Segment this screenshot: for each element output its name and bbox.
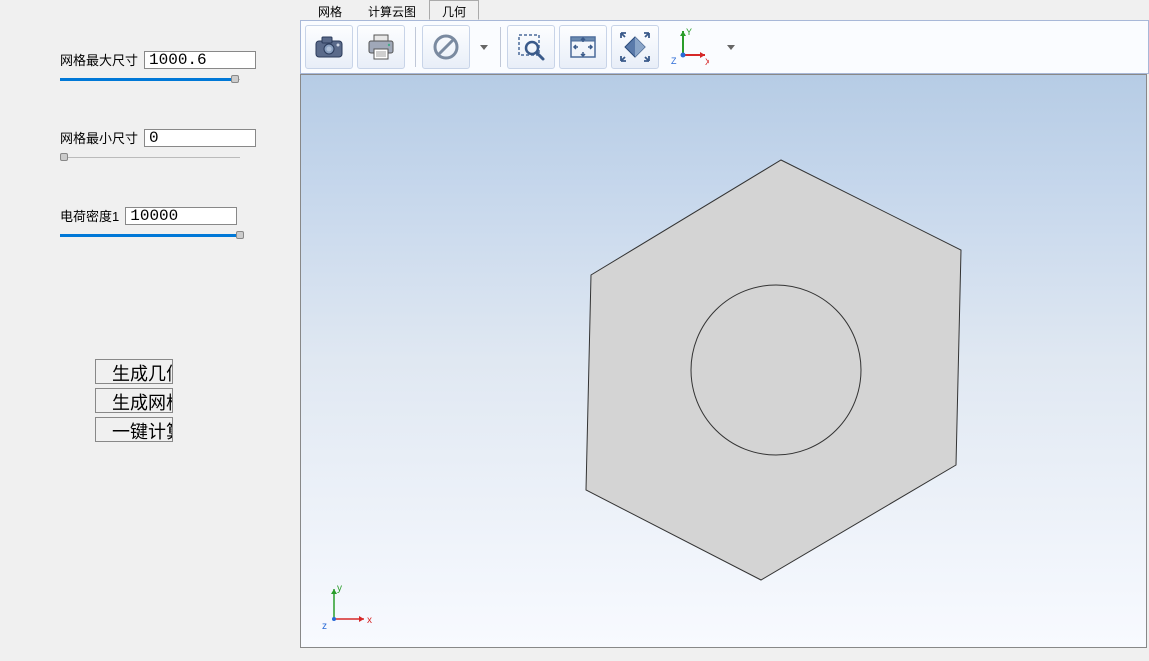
svg-text:Y: Y bbox=[686, 27, 692, 37]
disable-button[interactable] bbox=[422, 25, 470, 69]
svg-text:X: X bbox=[705, 57, 709, 67]
generate-mesh-button[interactable]: 生成网格 bbox=[95, 388, 173, 413]
disable-dropdown[interactable] bbox=[474, 25, 494, 69]
param-max-mesh: 网格最大尺寸 bbox=[60, 50, 300, 69]
zoom-extents-icon bbox=[568, 32, 598, 62]
tab-geometry[interactable]: 几何 bbox=[429, 0, 479, 20]
min-mesh-input[interactable] bbox=[144, 129, 256, 147]
svg-text:y: y bbox=[337, 583, 342, 594]
max-mesh-input[interactable] bbox=[144, 51, 256, 69]
chevron-down-icon bbox=[727, 45, 735, 50]
viewport-3d[interactable]: x y z bbox=[300, 74, 1147, 648]
camera-icon bbox=[314, 35, 344, 59]
svg-text:x: x bbox=[367, 615, 372, 626]
min-mesh-label: 网格最小尺寸 bbox=[60, 128, 138, 147]
toolbar-divider bbox=[415, 27, 416, 67]
charge-density-label: 电荷密度1 bbox=[60, 206, 119, 225]
toolbar-divider bbox=[500, 27, 501, 67]
zoom-extents-button[interactable] bbox=[559, 25, 607, 69]
right-panel: 网格 计算云图 几何 bbox=[300, 0, 1149, 650]
no-symbol-icon bbox=[431, 32, 461, 62]
chevron-down-icon bbox=[480, 45, 488, 50]
printer-icon bbox=[367, 34, 395, 60]
axes-dropdown[interactable] bbox=[721, 25, 741, 69]
tab-cloud-plot[interactable]: 计算云图 bbox=[355, 0, 429, 20]
print-button[interactable] bbox=[357, 25, 405, 69]
svg-text:z: z bbox=[322, 621, 327, 631]
charge-density-slider[interactable] bbox=[60, 233, 240, 239]
viewport-toolbar: X Y Z bbox=[300, 20, 1149, 74]
zoom-select-button[interactable] bbox=[507, 25, 555, 69]
param-min-mesh: 网格最小尺寸 bbox=[60, 128, 300, 147]
hexagon-geometry bbox=[481, 125, 1001, 625]
max-mesh-label: 网格最大尺寸 bbox=[60, 50, 138, 69]
min-mesh-slider[interactable] bbox=[60, 155, 240, 161]
zoom-select-icon bbox=[516, 32, 546, 62]
viewport-axes-indicator: x y z bbox=[319, 581, 379, 631]
compute-button[interactable]: 一键计算 bbox=[95, 417, 173, 442]
screenshot-button[interactable] bbox=[305, 25, 353, 69]
axes-icon: X Y Z bbox=[669, 27, 709, 67]
diamond-arrows-icon bbox=[619, 31, 651, 63]
svg-text:Z: Z bbox=[671, 56, 677, 66]
max-mesh-slider[interactable] bbox=[60, 77, 240, 83]
param-charge-density: 电荷密度1 bbox=[60, 206, 300, 225]
action-buttons: 生成几何 生成网格 一键计算 bbox=[95, 359, 300, 442]
tab-bar: 网格 计算云图 几何 bbox=[300, 0, 1149, 20]
charge-density-input[interactable] bbox=[125, 207, 237, 225]
generate-geometry-button[interactable]: 生成几何 bbox=[95, 359, 173, 384]
rotate-view-button[interactable] bbox=[611, 25, 659, 69]
tab-mesh[interactable]: 网格 bbox=[305, 0, 355, 20]
axes-indicator-toolbar[interactable]: X Y Z bbox=[667, 25, 711, 69]
left-panel: 网格最大尺寸 网格最小尺寸 电荷密度1 生成几何 生成网格 一键计算 bbox=[0, 0, 300, 661]
